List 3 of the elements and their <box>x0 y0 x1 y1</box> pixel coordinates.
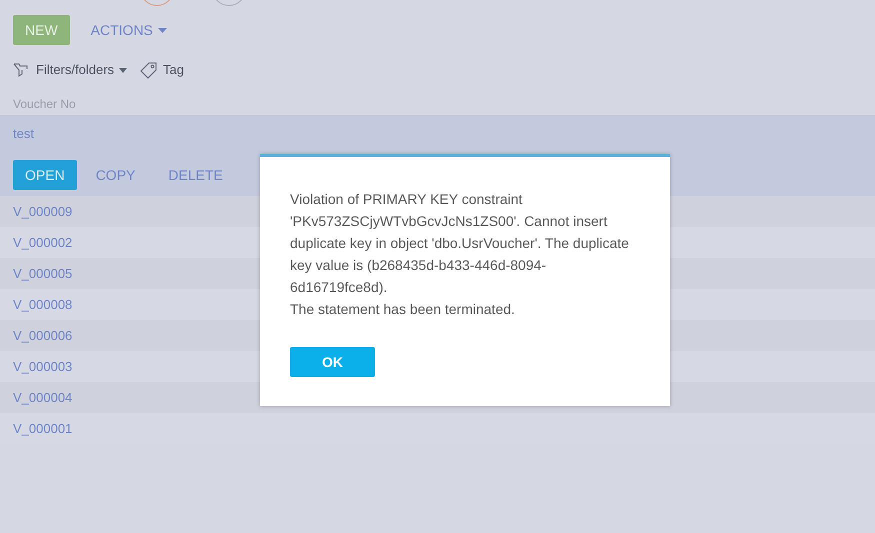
error-message: The statement has been terminated. <box>290 300 516 319</box>
error-message: Violation of PRIMARY KEY constraint 'PKv573ZSCjyWTvbGcvJcNs1ZS00'. Cannot insert duplicate key in object 'dbo.UsrVoucher'. The duplicate key value is (b268435d-b433-446d-8094-6d16719fce8d). <box>290 190 630 297</box>
column-header: Voucher No <box>13 96 76 112</box>
